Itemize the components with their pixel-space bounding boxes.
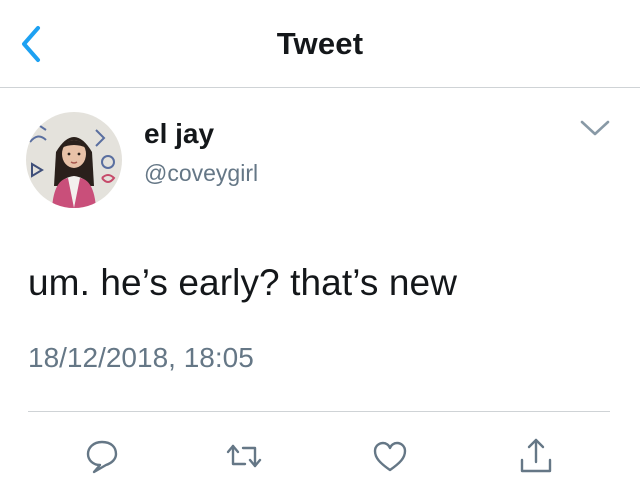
like-button[interactable] — [368, 436, 412, 476]
user-handle[interactable]: @coveygirl — [144, 160, 258, 187]
reply-button[interactable] — [80, 436, 124, 476]
divider — [28, 411, 610, 412]
tweet-timestamp: 18/12/2018, 18:05 — [28, 342, 254, 373]
heart-icon — [373, 441, 407, 472]
page-title: Tweet — [276, 26, 364, 61]
retweet-button[interactable] — [222, 436, 266, 476]
share-button[interactable] — [514, 436, 558, 476]
avatar-image — [26, 112, 122, 208]
more-options-button[interactable] — [578, 116, 612, 140]
nav-bar: Tweet — [0, 0, 640, 88]
tweet-text: um. he’s early? that’s new — [28, 262, 458, 303]
avatar[interactable] — [26, 112, 122, 208]
retweet-icon — [226, 444, 262, 468]
share-icon — [520, 438, 552, 473]
chevron-down-icon — [580, 120, 610, 136]
display-name[interactable]: el jay — [144, 118, 214, 150]
reply-icon — [86, 440, 118, 474]
